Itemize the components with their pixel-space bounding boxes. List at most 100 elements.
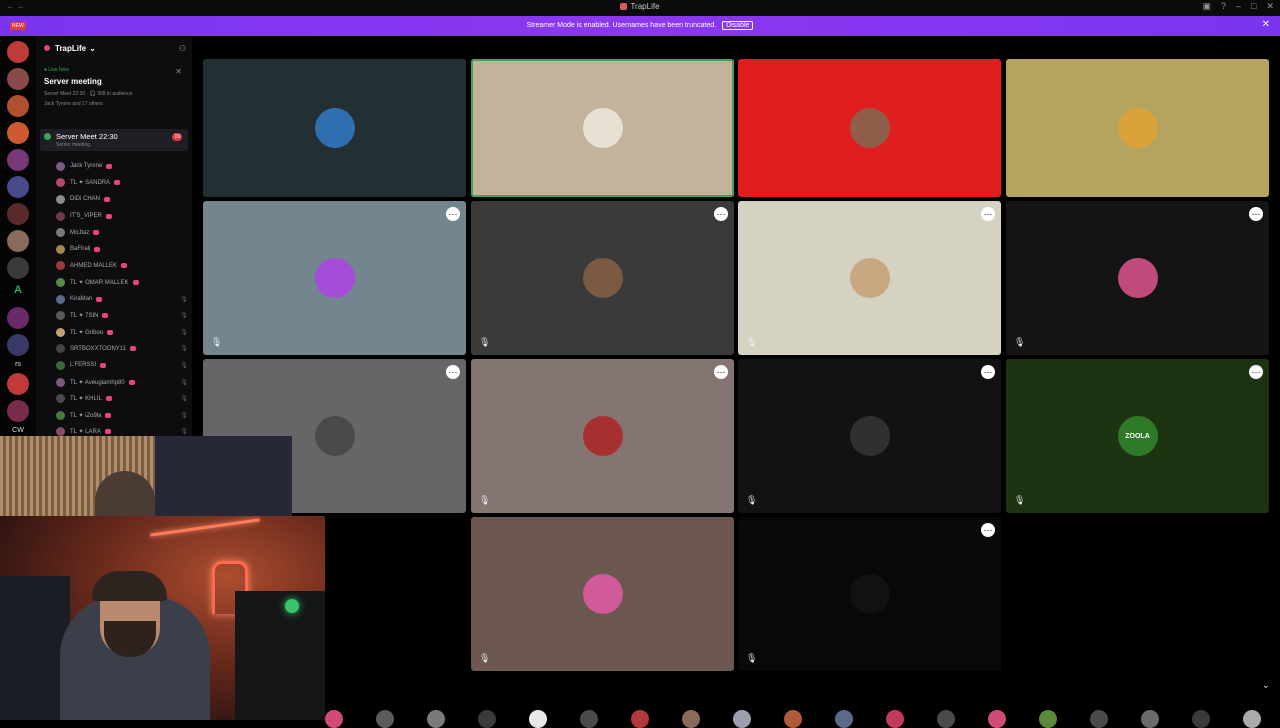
participant-tile[interactable] <box>471 59 734 197</box>
server-icon[interactable] <box>7 41 29 63</box>
member-item[interactable]: TL ✦ iZo9la 🎙 <box>56 407 190 424</box>
participant-tile[interactable]: ⋯ 🎙 <box>738 359 1001 513</box>
server-icon <box>44 45 50 51</box>
member-item[interactable]: TL ✦ KHLIL 🎙 <box>56 390 190 407</box>
member-item[interactable]: TL ✦ Aveugiamhp80 🎙 <box>56 374 190 391</box>
live-now-card[interactable]: ● Live Now Server meeting Server Meet 22… <box>36 64 192 116</box>
close-window-button[interactable]: ✕ <box>1266 1 1274 12</box>
member-name: TL ✦ SANDRA <box>70 180 111 187</box>
server-icon[interactable] <box>7 95 29 117</box>
audience-avatar[interactable] <box>631 710 649 728</box>
participant-tile[interactable]: ⋯ 🎙 <box>471 201 734 355</box>
server-icon[interactable] <box>7 149 29 171</box>
server-icon[interactable] <box>7 400 29 422</box>
inbox-icon[interactable]: ▣ <box>1202 1 1211 12</box>
role-tag-icon <box>93 230 100 236</box>
member-item[interactable]: Jack Tyrone <box>56 158 190 175</box>
more-options-icon[interactable]: ⋯ <box>714 207 728 221</box>
server-icon[interactable] <box>7 373 29 395</box>
audience-avatar[interactable] <box>937 710 955 728</box>
server-icon[interactable] <box>7 307 29 329</box>
member-item[interactable]: IT'S_VIPER <box>56 208 190 225</box>
server-header[interactable]: TrapLife ⌄ <box>36 36 192 60</box>
participant-tile[interactable]: 🎙 <box>471 517 734 671</box>
member-item[interactable]: AHMED MALLEK <box>56 258 190 275</box>
participant-tile[interactable] <box>203 59 466 197</box>
audience-avatar[interactable] <box>1192 710 1210 728</box>
participant-tile[interactable] <box>1006 59 1269 197</box>
help-icon[interactable]: ? <box>1221 1 1226 12</box>
member-item[interactable]: TL ✦ 7SIN 🎙 <box>56 307 190 324</box>
server-icon[interactable] <box>7 176 29 198</box>
audience-avatar[interactable] <box>733 710 751 728</box>
audience-avatar[interactable] <box>325 710 343 728</box>
audience-avatar[interactable] <box>376 710 394 728</box>
member-item[interactable]: SRTBOXXTOONY11 🎙 <box>56 341 190 358</box>
more-options-icon[interactable]: ⋯ <box>981 207 995 221</box>
chevron-down-icon[interactable]: ⌄ <box>1262 680 1270 691</box>
member-item[interactable]: DiDi CHAN <box>56 191 190 208</box>
more-options-icon[interactable]: ⋯ <box>981 523 995 537</box>
more-options-icon[interactable]: ⋯ <box>981 365 995 379</box>
minimize-button[interactable]: – <box>1236 1 1241 12</box>
audience-avatar[interactable] <box>886 710 904 728</box>
audience-avatar[interactable] <box>988 710 1006 728</box>
participant-tile[interactable]: ⋯ 🎙 <box>738 517 1001 671</box>
member-item[interactable]: L'FERSSI 🎙 <box>56 357 190 374</box>
member-name: KiraMan <box>70 296 93 303</box>
server-text-icon[interactable]: rs <box>7 361 29 368</box>
stage-channel[interactable]: Server Meet 22:30 Server meeting 19 <box>40 129 188 151</box>
disable-button[interactable]: Disable <box>722 21 754 30</box>
close-icon[interactable]: ✕ <box>1262 19 1270 30</box>
audience-avatar[interactable] <box>682 710 700 728</box>
member-item[interactable]: KiraMan 🎙 <box>56 291 190 308</box>
more-options-icon[interactable]: ⋯ <box>1249 365 1263 379</box>
participant-avatar <box>314 416 355 456</box>
more-options-icon[interactable]: ⋯ <box>714 365 728 379</box>
server-icon[interactable] <box>7 230 29 252</box>
role-tag-icon <box>102 313 109 319</box>
member-item[interactable]: MoJtaz <box>56 224 190 241</box>
participant-tile[interactable]: ⋯ 🎙 <box>203 201 466 355</box>
audience-avatar[interactable] <box>835 710 853 728</box>
participant-tile[interactable]: ⋯ 🎙 <box>738 201 1001 355</box>
member-item[interactable]: TL ✦ OMAR MALLEK <box>56 274 190 291</box>
audience-avatar[interactable] <box>529 710 547 728</box>
server-icon[interactable] <box>7 68 29 90</box>
audience-avatar[interactable] <box>1243 710 1261 728</box>
server-icon[interactable] <box>7 203 29 225</box>
audience-avatar[interactable] <box>580 710 598 728</box>
server-icon[interactable] <box>7 334 29 356</box>
participant-avatar <box>849 108 890 148</box>
server-icon[interactable] <box>7 257 29 279</box>
participant-tile[interactable]: ZOOLA ⋯ 🎙 <box>1006 359 1269 513</box>
avatar <box>56 244 65 254</box>
member-item[interactable]: TL ✦ Gribou 🎙 <box>56 324 190 341</box>
member-name: TL ✦ OMAR MALLEK <box>70 279 129 286</box>
audience-avatar[interactable] <box>427 710 445 728</box>
audience-avatar[interactable] <box>1090 710 1108 728</box>
video-grid: ⋯ 🎙 ⋯ 🎙 ⋯ 🎙 ⋯ 🎙 ⋯ ⋯ 🎙 ⋯ 🎙 ZOOLA ⋯ 🎙 🎙 ⋯ 🎙 <box>203 59 1271 673</box>
server-text-icon[interactable]: CW <box>7 427 29 434</box>
server-letter-icon[interactable]: A <box>7 284 29 302</box>
mic-muted-icon: 🎙 <box>180 329 188 336</box>
member-name: BaFirali <box>70 246 91 253</box>
audience-avatar[interactable] <box>784 710 802 728</box>
add-member-icon[interactable]: ⚇ <box>179 44 186 53</box>
member-item[interactable]: TL ✦ SANDRA <box>56 175 190 192</box>
participant-avatar <box>314 108 355 148</box>
more-options-icon[interactable]: ⋯ <box>446 207 460 221</box>
participant-tile[interactable]: ⋯ 🎙 <box>471 359 734 513</box>
close-icon[interactable]: ✕ <box>175 67 182 76</box>
more-options-icon[interactable]: ⋯ <box>446 365 460 379</box>
member-item[interactable]: BaFirali <box>56 241 190 258</box>
more-options-icon[interactable]: ⋯ <box>1249 207 1263 221</box>
participant-tile[interactable] <box>738 59 1001 197</box>
participant-tile[interactable]: ⋯ 🎙 <box>1006 201 1269 355</box>
maximize-button[interactable]: □ <box>1251 1 1256 12</box>
audience-avatar[interactable] <box>1039 710 1057 728</box>
audience-avatar[interactable] <box>478 710 496 728</box>
server-icon[interactable] <box>7 122 29 144</box>
audience-strip <box>325 710 1280 728</box>
audience-avatar[interactable] <box>1141 710 1159 728</box>
